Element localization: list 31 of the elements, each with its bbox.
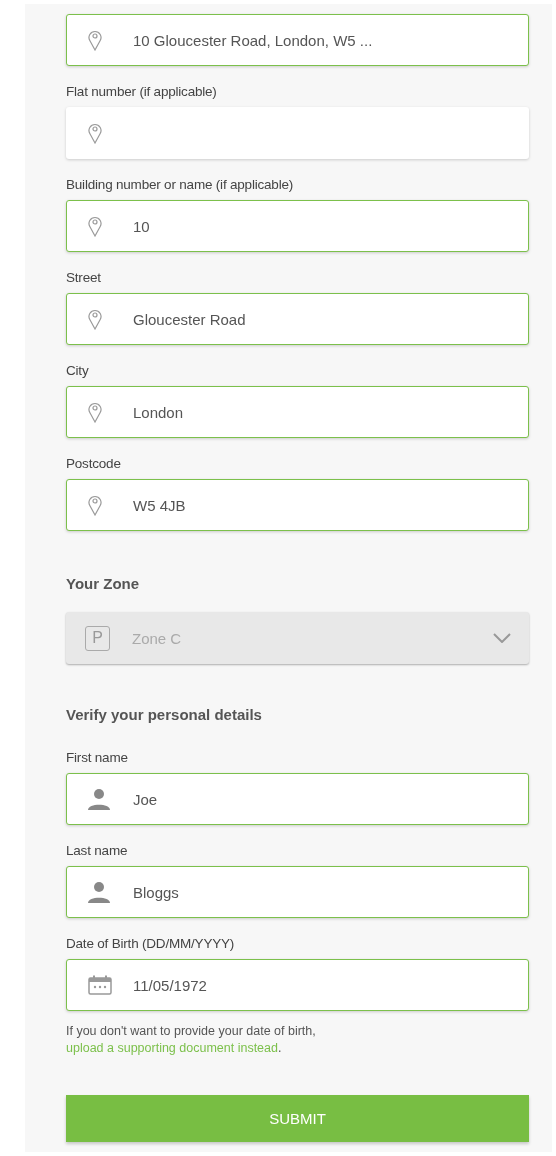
input-field[interactable]: London: [66, 386, 529, 438]
field-label: Date of Birth (DD/MM/YYYY): [66, 936, 236, 952]
input-field[interactable]: 10 Gloucester Road, London, W5 ...: [66, 14, 529, 66]
field-label: Postcode: [66, 456, 122, 472]
section-heading: Your Zone: [66, 575, 141, 593]
field-label: Street: [66, 270, 102, 286]
section-heading: Verify your personal details: [66, 706, 263, 724]
input-field[interactable]: W5 4JB: [66, 479, 529, 531]
input-field[interactable]: 11/05/1972: [66, 959, 529, 1011]
location-pin-icon: [88, 29, 102, 51]
input-field[interactable]: Gloucester Road: [66, 293, 529, 345]
location-pin-icon: [88, 308, 102, 330]
field-label: Flat number (if applicable): [66, 84, 218, 100]
input-field[interactable]: 10: [66, 200, 529, 252]
calendar-icon: [88, 975, 112, 995]
person-icon: [88, 881, 110, 903]
input-field[interactable]: Bloggs: [66, 866, 529, 918]
location-pin-icon: [88, 401, 102, 423]
location-pin-icon: [88, 494, 102, 516]
field-label: Building number or name (if applicable): [66, 177, 295, 193]
input-field[interactable]: Joe: [66, 773, 529, 825]
location-pin-icon: [88, 122, 102, 144]
input-field[interactable]: [66, 107, 529, 159]
parking-icon: P: [85, 625, 110, 651]
field-label: First name: [66, 750, 129, 766]
field-label: City: [66, 363, 90, 379]
location-pin-icon: [88, 215, 102, 237]
chevron-down-icon: [493, 633, 511, 643]
person-icon: [88, 788, 110, 810]
hint-text: If you don't want to provide your date of birth, upload a supporting document instead.: [66, 1023, 317, 1057]
field-label: Last name: [66, 843, 129, 859]
